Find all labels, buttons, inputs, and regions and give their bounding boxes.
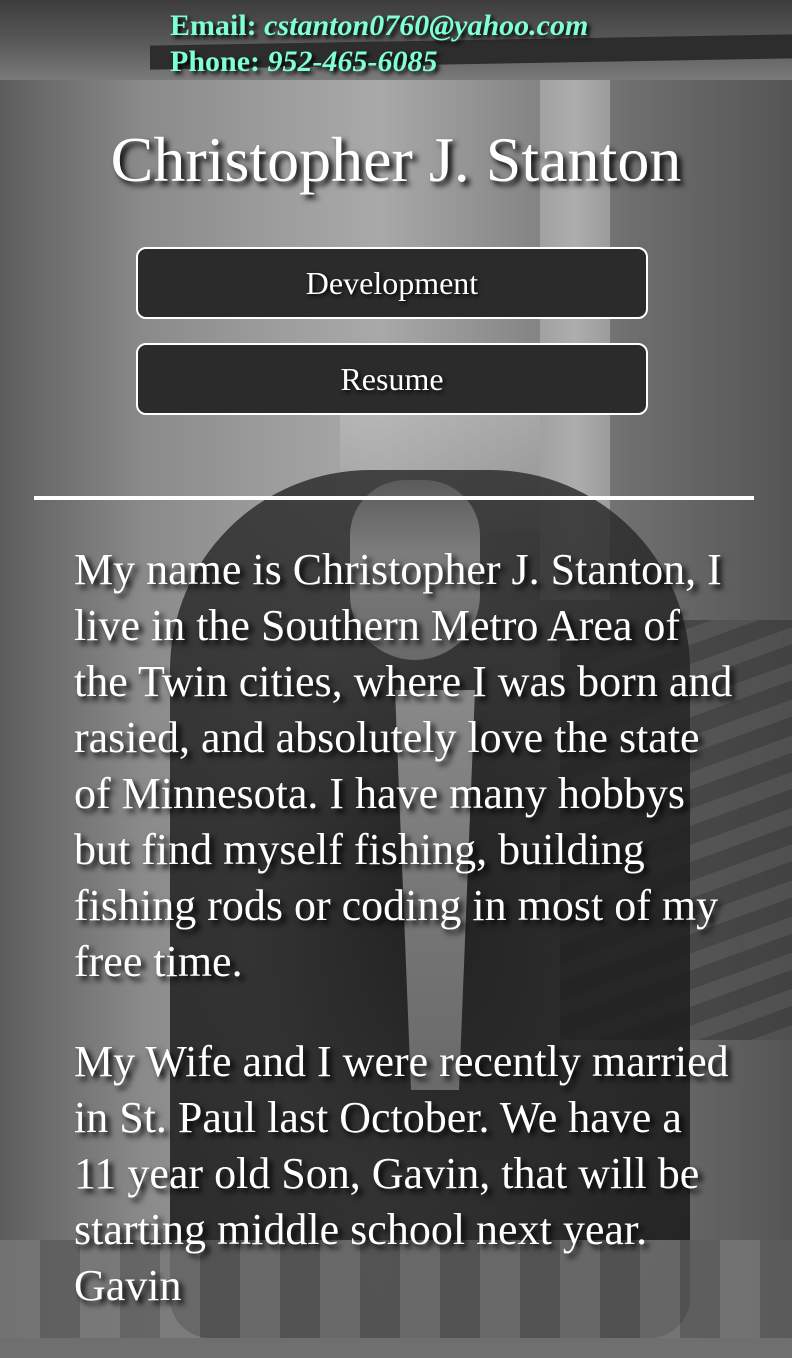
resume-button[interactable]: Resume — [136, 343, 648, 415]
bio-paragraph: My name is Christopher J. Stanton, I liv… — [74, 545, 733, 986]
email-line: Email: cstanton0760@yahoo.com — [170, 8, 588, 44]
bio-paragraph: My Wife and I were recently married in S… — [74, 1037, 729, 1310]
email-label: Email: — [170, 9, 257, 42]
email-link[interactable]: cstanton0760@yahoo.com — [264, 9, 588, 42]
divider — [34, 496, 754, 500]
phone-label: Phone: — [170, 45, 260, 78]
contact-info: Email: cstanton0760@yahoo.com Phone: 952… — [170, 8, 588, 80]
phone-link[interactable]: 952-465-6085 — [268, 45, 438, 78]
page-title: Christopher J. Stanton — [110, 124, 682, 195]
bio-section: My name is Christopher J. Stanton, I liv… — [74, 542, 734, 1358]
development-button[interactable]: Development — [136, 247, 648, 319]
phone-line: Phone: 952-465-6085 — [170, 44, 588, 80]
